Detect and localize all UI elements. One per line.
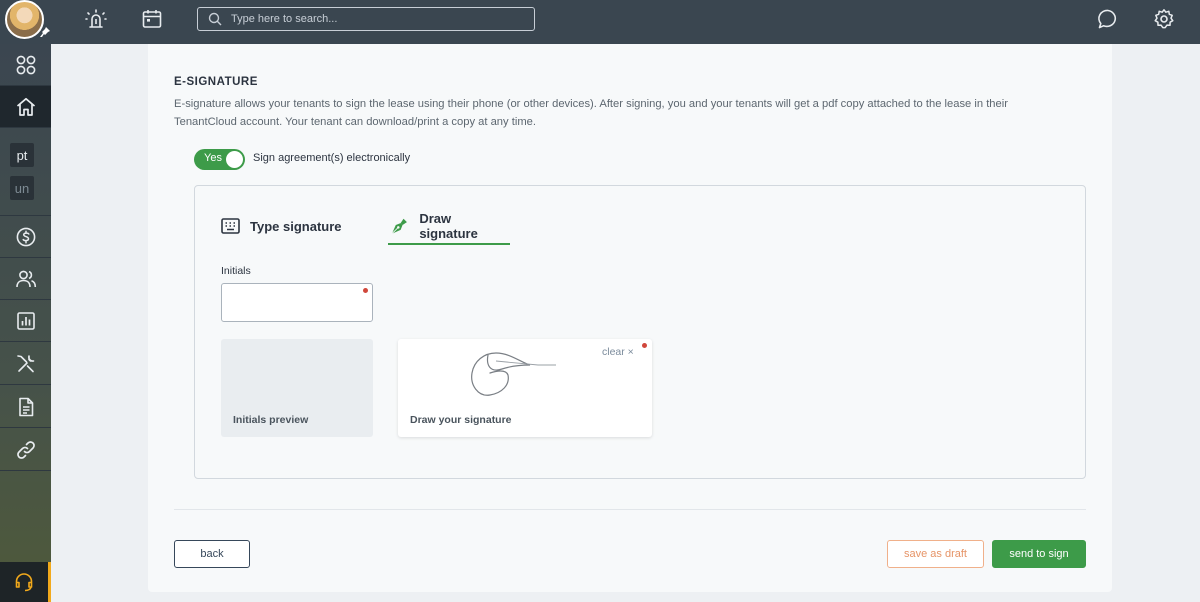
headset-icon: [15, 573, 33, 592]
pen-nib-icon: [391, 218, 407, 235]
sidebar-item-payments[interactable]: [0, 216, 51, 258]
pin-icon: [40, 27, 50, 37]
initials-preview: Initials preview: [221, 339, 373, 437]
keyboard-icon: [221, 218, 240, 234]
home-icon: [16, 97, 35, 116]
toggle-state-label: Yes: [204, 152, 222, 164]
initials-label: Initials: [221, 265, 251, 277]
chat-icon[interactable]: [1097, 8, 1119, 30]
initials-preview-label: Initials preview: [233, 414, 309, 426]
section-description: E-signature allows your tenants to sign …: [174, 98, 1008, 128]
calendar-icon[interactable]: [141, 8, 163, 30]
link-icon: [16, 440, 35, 459]
initials-field[interactable]: [221, 283, 373, 322]
toggle-knob: [226, 151, 243, 168]
search-input[interactable]: [231, 10, 521, 28]
apps-grid-icon: [16, 55, 35, 74]
sidebar-item-pt[interactable]: pt: [10, 143, 34, 167]
sidebar-item-label: pt: [16, 147, 28, 163]
sidebar-item-apps[interactable]: [0, 44, 51, 86]
back-button[interactable]: back: [174, 540, 250, 568]
tab-type-label: Type signature: [250, 218, 342, 234]
esignature-card: E-SIGNATURE E-signature allows your tena…: [148, 44, 1112, 592]
sidebar-item-maintenance[interactable]: [0, 343, 51, 385]
people-icon: [15, 270, 36, 287]
required-indicator: [363, 288, 368, 293]
footer-divider: [174, 509, 1086, 510]
esign-toggle[interactable]: Yes: [194, 149, 245, 170]
sidebar-item-label: un: [14, 180, 30, 196]
sidebar-item-documents[interactable]: [0, 386, 51, 428]
document-icon: [18, 397, 33, 416]
required-indicator: [642, 343, 647, 348]
signature-panel: Type signature Draw signature Initials I…: [194, 185, 1086, 479]
sidebar-item-home[interactable]: [0, 86, 51, 128]
tab-type-signature[interactable]: Type signature: [221, 211, 342, 241]
drawn-signature: [471, 352, 556, 396]
search-icon: [208, 12, 222, 26]
sidebar-item-people[interactable]: [0, 258, 51, 300]
signature-draw-pad[interactable]: clear × Draw your signature: [398, 339, 652, 437]
sidebar-item-un[interactable]: un: [10, 176, 34, 200]
tab-draw-signature[interactable]: Draw signature: [388, 211, 510, 245]
support-button[interactable]: [0, 562, 51, 602]
top-bar: [0, 0, 1200, 44]
dollar-icon: [16, 227, 35, 246]
section-title: E-SIGNATURE: [174, 76, 258, 88]
save-draft-button[interactable]: save as draft: [887, 540, 984, 568]
sidebar-item-links[interactable]: [0, 429, 51, 471]
sidebar: pt un: [0, 44, 51, 602]
sidebar-item-reports[interactable]: [0, 300, 51, 342]
clear-signature-button[interactable]: clear ×: [602, 346, 634, 358]
gear-icon[interactable]: [1153, 8, 1175, 30]
draw-signature-hint: Draw your signature: [410, 414, 512, 426]
send-to-sign-button[interactable]: send to sign: [992, 540, 1086, 568]
toggle-label: Sign agreement(s) electronically: [253, 152, 411, 164]
tools-icon: [16, 354, 34, 372]
search-box[interactable]: [197, 7, 535, 31]
tab-draw-label: Draw signature: [419, 211, 478, 241]
alarm-icon[interactable]: [85, 8, 107, 30]
chart-icon: [16, 311, 35, 330]
